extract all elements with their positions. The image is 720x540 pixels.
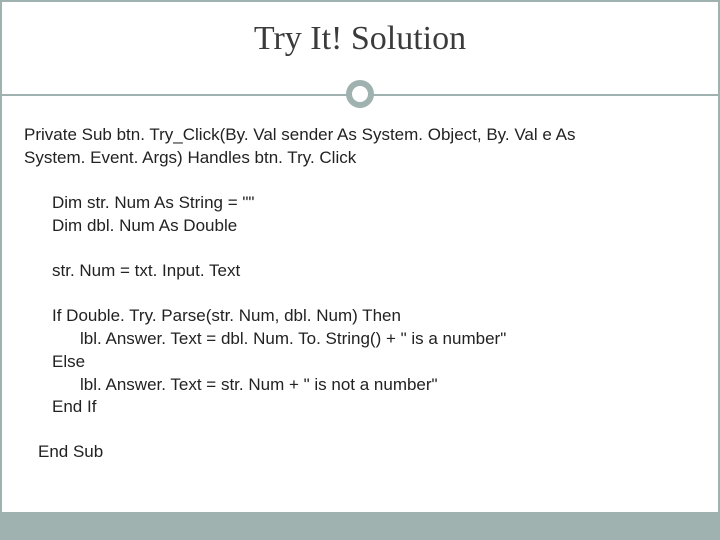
code-line: str. Num = txt. Input. Text: [52, 260, 696, 283]
end-sub: End Sub: [24, 441, 696, 464]
footer-bar: [2, 512, 718, 538]
slide-title: Try It! Solution: [2, 20, 718, 58]
divider: [2, 76, 718, 112]
code-line: Private Sub btn. Try_Click(By. Val sende…: [24, 124, 696, 147]
code-line: Dim str. Num As String = "": [52, 192, 696, 215]
code-line: Dim dbl. Num As Double: [52, 215, 696, 238]
code-line: lbl. Answer. Text = dbl. Num. To. String…: [52, 328, 696, 351]
sub-signature: Private Sub btn. Try_Click(By. Val sende…: [24, 124, 696, 170]
code-line: End If: [52, 396, 696, 419]
code-content: Private Sub btn. Try_Click(By. Val sende…: [2, 112, 718, 464]
if-block: If Double. Try. Parse(str. Num, dbl. Num…: [24, 305, 696, 420]
code-line: If Double. Try. Parse(str. Num, dbl. Num…: [52, 305, 696, 328]
code-line: lbl. Answer. Text = str. Num + " is not …: [52, 374, 696, 397]
dim-block: Dim str. Num As String = "" Dim dbl. Num…: [24, 192, 696, 238]
title-area: Try It! Solution: [2, 2, 718, 68]
divider-circle-icon: [346, 80, 374, 108]
code-line: System. Event. Args) Handles btn. Try. C…: [24, 147, 696, 170]
code-line: Else: [52, 351, 696, 374]
slide-frame: Try It! Solution Private Sub btn. Try_Cl…: [0, 0, 720, 540]
code-line: End Sub: [38, 441, 696, 464]
assign-block: str. Num = txt. Input. Text: [24, 260, 696, 283]
